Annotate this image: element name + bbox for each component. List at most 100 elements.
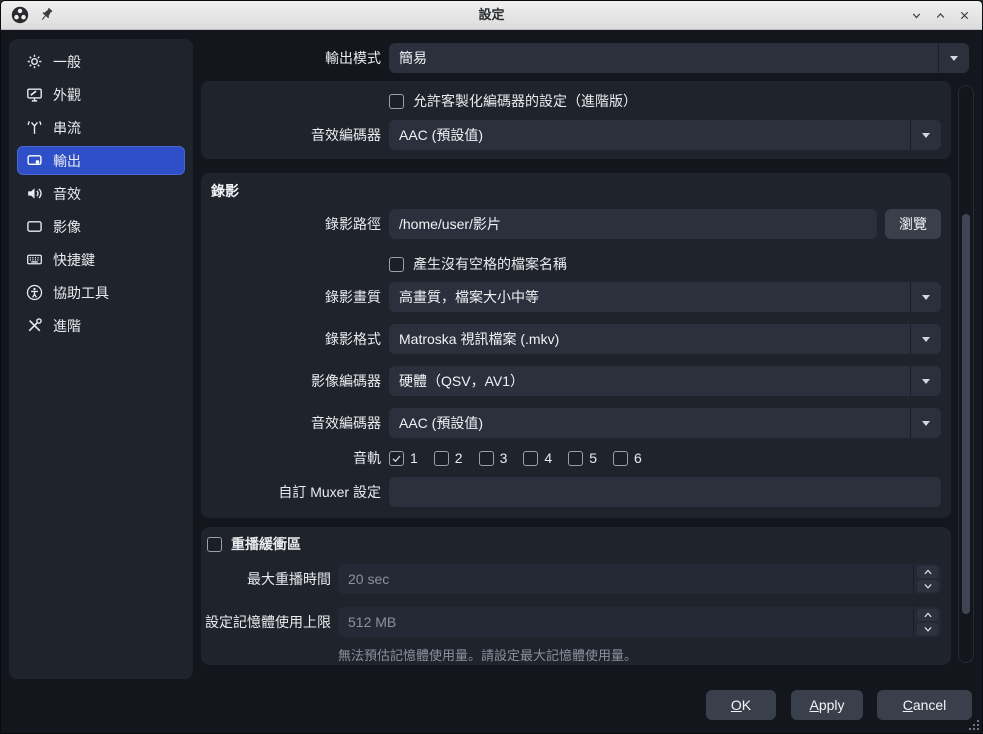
sidebar-item-accessibility[interactable]: 協助工具	[17, 278, 185, 307]
recording-format-label: 錄影格式	[201, 324, 381, 354]
advanced-icon	[26, 317, 43, 334]
audio-track-number: 3	[500, 450, 508, 466]
audio-track-1[interactable]: 1	[389, 450, 418, 466]
settings-scrollbar[interactable]	[958, 85, 974, 663]
cancel-button[interactable]: Cancel	[877, 690, 972, 720]
apply-button[interactable]: Apply	[791, 690, 863, 720]
audio-track-5-checkbox[interactable]	[568, 451, 583, 466]
sidebar-item-audio[interactable]: 音效	[17, 179, 185, 208]
sidebar-item-stream[interactable]: 串流	[17, 113, 185, 142]
audio-track-5[interactable]: 5	[568, 450, 597, 466]
recording-quality-select[interactable]: 高畫質，檔案大小中等	[389, 282, 941, 312]
sidebar-item-general[interactable]: 一般	[17, 47, 185, 76]
sidebar-item-label: 快捷鍵	[53, 250, 95, 270]
audio-tracks-label: 音軌	[201, 443, 381, 473]
sidebar-item-appearance[interactable]: 外觀	[17, 80, 185, 109]
audio-track-6[interactable]: 6	[613, 450, 642, 466]
audio-encoder-value: AAC (預設值)	[399, 120, 483, 150]
spin-down-button[interactable]	[917, 580, 938, 592]
sidebar-item-label: 外觀	[53, 85, 81, 105]
titlebar[interactable]: 設定	[1, 1, 982, 30]
max-replay-time-spinner[interactable]: 20 sec	[338, 564, 941, 594]
appearance-icon	[26, 86, 43, 103]
recording-path-input[interactable]: /home/user/影片	[389, 209, 877, 239]
sidebar-item-hotkeys[interactable]: 快捷鍵	[17, 245, 185, 274]
recording-format-select[interactable]: Matroska 視訊檔案 (.mkv)	[389, 324, 941, 354]
sidebar-item-label: 音效	[53, 184, 81, 204]
custom-encoder-checkbox[interactable]	[389, 94, 404, 109]
audio-track-2[interactable]: 2	[434, 450, 463, 466]
encoder-settings-group: 允許客製化編碼器的設定（進階版） 音效編碼器 AAC (預設值)	[201, 81, 951, 159]
video-encoder-value: 硬體（QSV，AV1）	[399, 366, 524, 396]
window-title: 設定	[1, 1, 982, 29]
audio-track-3[interactable]: 3	[479, 450, 508, 466]
audio-track-number: 5	[589, 450, 597, 466]
dropdown-arrow-icon	[938, 43, 969, 73]
recording-quality-value: 高畫質，檔案大小中等	[399, 282, 539, 312]
sidebar-item-label: 影像	[53, 217, 81, 237]
spin-up-button[interactable]	[917, 609, 938, 621]
audio-track-6-checkbox[interactable]	[613, 451, 628, 466]
no-space-checkbox[interactable]	[389, 257, 404, 272]
audio-track-1-checkbox[interactable]	[389, 451, 404, 466]
browse-button[interactable]: 瀏覽	[885, 209, 941, 239]
ok-button[interactable]: OK	[706, 690, 776, 720]
recording-audio-encoder-select[interactable]: AAC (預設值)	[389, 408, 941, 438]
recording-audio-encoder-value: AAC (預設值)	[399, 408, 483, 438]
output-mode-label: 輸出模式	[201, 43, 381, 73]
close-button[interactable]	[952, 3, 976, 27]
spinner-buttons	[913, 564, 941, 594]
audio-track-number: 2	[455, 450, 463, 466]
replay-buffer-checkbox[interactable]	[207, 537, 222, 552]
audio-track-number: 4	[544, 450, 552, 466]
video-icon	[26, 218, 43, 235]
sidebar-item-label: 串流	[53, 118, 81, 138]
sidebar-item-video[interactable]: 影像	[17, 212, 185, 241]
output-icon	[26, 152, 43, 169]
scrollbar-thumb[interactable]	[962, 214, 970, 614]
audio-tracks-row: 1 2 3 4 5 6	[389, 443, 658, 473]
memory-limit-spinner[interactable]: 512 MB	[338, 607, 941, 637]
accessibility-icon	[26, 284, 43, 301]
custom-encoder-checkbox-row[interactable]: 允許客製化編碼器的設定（進階版）	[389, 91, 637, 111]
sidebar-item-advanced[interactable]: 進階	[17, 311, 185, 340]
dropdown-arrow-icon	[910, 408, 941, 438]
close-icon	[958, 9, 971, 22]
recording-quality-label: 錄影畫質	[201, 282, 381, 312]
stream-icon	[26, 119, 43, 136]
sidebar-item-output[interactable]: 輸出	[17, 146, 185, 175]
replay-buffer-checkbox-row[interactable]: 重播緩衝區	[207, 534, 301, 554]
memory-limit-label: 設定記憶體使用上限	[201, 607, 331, 637]
dropdown-arrow-icon	[910, 120, 941, 150]
dropdown-arrow-icon	[910, 324, 941, 354]
sidebar-item-label: 進階	[53, 316, 81, 336]
ok-button-label: K	[742, 697, 751, 713]
chevron-up-icon	[923, 568, 933, 576]
dropdown-arrow-icon	[910, 282, 941, 312]
apply-button-mnemonic: A	[809, 697, 818, 713]
chevron-down-icon	[910, 9, 923, 22]
audio-track-number: 1	[410, 450, 418, 466]
audio-encoder-label: 音效編碼器	[201, 120, 381, 150]
audio-track-4[interactable]: 4	[523, 450, 552, 466]
audio-track-2-checkbox[interactable]	[434, 451, 449, 466]
roll-up-button[interactable]	[928, 3, 952, 27]
replay-buffer-group: 重播緩衝區 最大重播時間 20 sec 設定記憶體使用上限 512 MB 無法預…	[201, 527, 951, 665]
recording-group: 錄影 錄影路徑 /home/user/影片 瀏覽 產生沒有空格的檔案名稱 錄影畫…	[201, 173, 951, 518]
gear-icon	[26, 53, 43, 70]
no-space-checkbox-row[interactable]: 產生沒有空格的檔案名稱	[389, 254, 567, 274]
spin-up-button[interactable]	[917, 566, 938, 578]
resize-grip[interactable]	[966, 717, 980, 731]
roll-down-button[interactable]	[904, 3, 928, 27]
muxer-settings-input[interactable]	[389, 477, 941, 507]
video-encoder-select[interactable]: 硬體（QSV，AV1）	[389, 366, 941, 396]
audio-track-number: 6	[634, 450, 642, 466]
check-icon	[391, 453, 402, 464]
recording-format-value: Matroska 視訊檔案 (.mkv)	[399, 324, 559, 354]
output-mode-select[interactable]: 簡易	[389, 43, 969, 73]
audio-encoder-select[interactable]: AAC (預設值)	[389, 120, 941, 150]
replay-buffer-label: 重播緩衝區	[231, 534, 301, 554]
audio-track-4-checkbox[interactable]	[523, 451, 538, 466]
spin-down-button[interactable]	[917, 623, 938, 635]
audio-track-3-checkbox[interactable]	[479, 451, 494, 466]
